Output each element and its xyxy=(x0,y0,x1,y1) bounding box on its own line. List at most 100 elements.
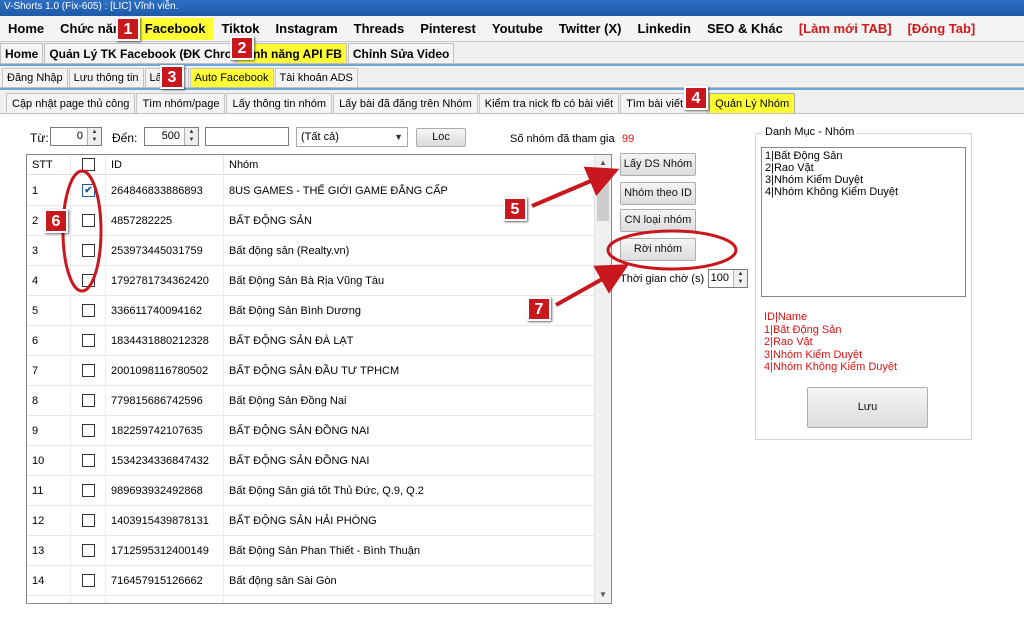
tab-save-info[interactable]: Lưu thông tin xyxy=(68,68,144,87)
table-row[interactable]: 15 1386315365061111BẤT ĐỘNG SẢN THÀNH PHỐ… xyxy=(27,596,595,603)
row-group-name: Bất Động Sản giá tốt Thủ Đức, Q.9, Q.2 xyxy=(224,476,595,506)
table-row[interactable]: 10 1534234336847432 BẤT ĐỘNG SẢN ĐỒNG NAI xyxy=(27,446,595,476)
wait-time-input[interactable]: 100 ▲ ▼ xyxy=(708,269,748,288)
row-id: 1792781734362420 xyxy=(106,266,224,296)
row-stt: 14 xyxy=(27,566,71,596)
row-group-name: Bất động sản (Realty.vn) xyxy=(224,236,595,266)
row-select-cell xyxy=(71,266,106,296)
category-list-item[interactable]: 4|Nhóm Không Kiểm Duyệt xyxy=(765,186,962,198)
tab-update-page[interactable]: Cập nhật page thủ công xyxy=(6,93,136,113)
auto-tab-bar: Cập nhật page thủ công Tìm nhóm/page Lấy… xyxy=(0,90,1024,114)
menu-pinterest[interactable]: Pinterest xyxy=(412,18,484,40)
table-row[interactable]: 12 1403915439878131 BẤT ĐỘNG SẢN HẢI PHÒNG xyxy=(27,506,595,536)
category-listbox[interactable]: 1|Bất Động Sản 2|Rao Vặt 3|Nhóm Kiểm Duy… xyxy=(761,147,966,297)
group-by-id-button[interactable]: Nhóm theo ID xyxy=(620,182,696,205)
wait-time-spinner[interactable]: ▲ ▼ xyxy=(733,270,747,287)
menu-linkedin[interactable]: Linkedin xyxy=(630,18,699,40)
menu-instagram[interactable]: Instagram xyxy=(268,18,346,40)
table-row[interactable]: 11 989693932492868 Bất Động Sản giá tốt Th… xyxy=(27,476,595,506)
row-select-cell xyxy=(71,386,106,416)
row-checkbox[interactable] xyxy=(82,454,95,467)
row-checkbox[interactable] xyxy=(82,214,95,227)
table-row[interactable]: 8 779815686742596 Bất Động Sản Đồng Nai xyxy=(27,386,595,416)
menu-close-tab[interactable]: [Đóng Tab] xyxy=(900,18,984,40)
category-groupbox: Danh Mục - Nhóm 1|Bất Động Sản 2|Rao Vặt… xyxy=(755,126,972,440)
row-checkbox[interactable] xyxy=(82,394,95,407)
filter-button[interactable]: Loc xyxy=(416,128,466,147)
row-stt: 4 xyxy=(27,266,71,296)
table-row[interactable]: 9 182259742107635 BẤT ĐỘNG SẢN ĐỒNG NAI xyxy=(27,416,595,446)
table-row[interactable]: 5 336611740094162 Bất Động Sản Bình Dương xyxy=(27,296,595,326)
get-groups-button[interactable]: Lấy DS Nhóm xyxy=(620,153,696,176)
menu-threads[interactable]: Threads xyxy=(346,18,413,40)
table-row[interactable]: 13 1712595312400149 Bất Động Sản Phan Thiế… xyxy=(27,536,595,566)
category-list-item[interactable]: 3|Nhóm Kiểm Duyệt xyxy=(765,174,962,186)
tab-find-group[interactable]: Tìm nhóm/page xyxy=(136,93,226,113)
row-checkbox[interactable] xyxy=(82,304,95,317)
table-row[interactable]: 14 716457915126662 Bất động sản Sài Gòn xyxy=(27,566,595,596)
row-id: 336611740094162 xyxy=(106,296,224,326)
subtab-video-edit[interactable]: Chỉnh Sửa Video xyxy=(347,43,455,63)
category-list-item[interactable]: 2|Rao Vặt xyxy=(765,162,962,174)
row-group-name: BẤT ĐỘNG SẢN ĐỒNG NAI xyxy=(224,446,595,476)
header-stt[interactable]: STT xyxy=(27,155,71,175)
scroll-thumb[interactable] xyxy=(597,173,609,221)
step-badge-6: 6 xyxy=(44,209,68,233)
tab-group-info[interactable]: Lấy thông tin nhóm xyxy=(226,93,333,113)
groups-grid[interactable]: STT ID Nhóm 1 ✔ 264846833886893 8US GAMES -… xyxy=(26,154,612,604)
row-checkbox[interactable] xyxy=(82,274,95,287)
row-checkbox[interactable] xyxy=(82,364,95,377)
tab-group-management[interactable]: Quản Lý Nhóm xyxy=(709,93,796,113)
scroll-up-icon[interactable]: ▲ xyxy=(595,155,611,171)
row-select-cell xyxy=(71,446,106,476)
tab-group-posts[interactable]: Lấy bài đã đăng trên Nhóm xyxy=(333,93,478,113)
row-checkbox[interactable] xyxy=(82,484,95,497)
header-group[interactable]: Nhóm xyxy=(224,155,595,175)
table-row[interactable]: 3 253973445031759 Bất động sản (Realty.vn) xyxy=(27,236,595,266)
grid-scrollbar[interactable]: ▲ ▼ xyxy=(594,155,611,603)
header-id[interactable]: ID xyxy=(106,155,224,175)
scroll-down-icon[interactable]: ▼ xyxy=(595,587,611,603)
table-row[interactable]: 4 1792781734362420 Bất Động Sản Bà Rịa Vũn… xyxy=(27,266,595,296)
row-stt: 9 xyxy=(27,416,71,446)
menu-facebook[interactable]: Facebook xyxy=(136,17,214,40)
row-checkbox[interactable]: ✔ xyxy=(82,184,95,197)
leave-group-button[interactable]: Rời nhóm xyxy=(620,238,696,261)
table-row[interactable]: 7 2001098116780502 BẤT ĐỘNG SẢN ĐẦU TƯ TPH… xyxy=(27,356,595,386)
menu-home[interactable]: Home xyxy=(0,18,52,40)
from-spinner[interactable]: ▲ ▼ xyxy=(87,128,101,145)
tab-check-nick[interactable]: Kiểm tra nick fb có bài viết xyxy=(478,93,620,113)
category-combo[interactable]: (Tất cả) ▼ xyxy=(296,127,408,147)
joined-groups-count: 99 xyxy=(622,133,635,145)
save-button[interactable]: Lưu xyxy=(807,387,928,428)
row-checkbox[interactable] xyxy=(82,424,95,437)
subtab-fb-accounts[interactable]: Quản Lý TK Facebook (ĐK Chrome) xyxy=(44,43,237,63)
id-legend-header: ID|Name xyxy=(764,311,808,323)
filter-text-input[interactable] xyxy=(205,127,289,146)
update-group-type-button[interactable]: CN loại nhóm xyxy=(620,209,696,232)
row-checkbox[interactable] xyxy=(82,514,95,527)
tab-login[interactable]: Đăng Nhập xyxy=(2,68,68,87)
row-checkbox[interactable] xyxy=(82,244,95,257)
row-group-name: BẤT ĐỘNG SẢN ĐẦU TƯ TPHCM xyxy=(224,356,595,386)
row-checkbox[interactable] xyxy=(82,574,95,587)
table-row[interactable]: 6 1834431880212328 BẤT ĐỘNG SẢN ĐÀ LẠT xyxy=(27,326,595,356)
category-list-item[interactable]: 1|Bất Động Sản xyxy=(765,150,962,162)
row-checkbox[interactable] xyxy=(82,334,95,347)
tab-ads-account[interactable]: Tài khoản ADS xyxy=(274,68,358,87)
tab-auto-facebook[interactable]: Auto Facebook xyxy=(189,68,274,87)
to-spinner[interactable]: ▲ ▼ xyxy=(184,128,198,145)
step-badge-1: 1 xyxy=(116,17,140,41)
row-checkbox[interactable] xyxy=(82,544,95,557)
subtab-home[interactable]: Home xyxy=(0,43,44,63)
to-input[interactable]: 500 ▲ ▼ xyxy=(144,127,199,146)
row-select-cell xyxy=(71,356,106,386)
header-check-all[interactable] xyxy=(71,155,106,175)
row-stt: 7 xyxy=(27,356,71,386)
menu-youtube[interactable]: Youtube xyxy=(484,18,551,40)
menu-seo[interactable]: SEO & Khác xyxy=(699,18,791,40)
menu-refresh-tab[interactable]: [Làm mới TAB] xyxy=(791,18,900,40)
from-input[interactable]: 0 ▲ ▼ xyxy=(50,127,102,146)
check-all-checkbox[interactable] xyxy=(82,158,95,171)
menu-twitter[interactable]: Twitter (X) xyxy=(551,18,630,40)
